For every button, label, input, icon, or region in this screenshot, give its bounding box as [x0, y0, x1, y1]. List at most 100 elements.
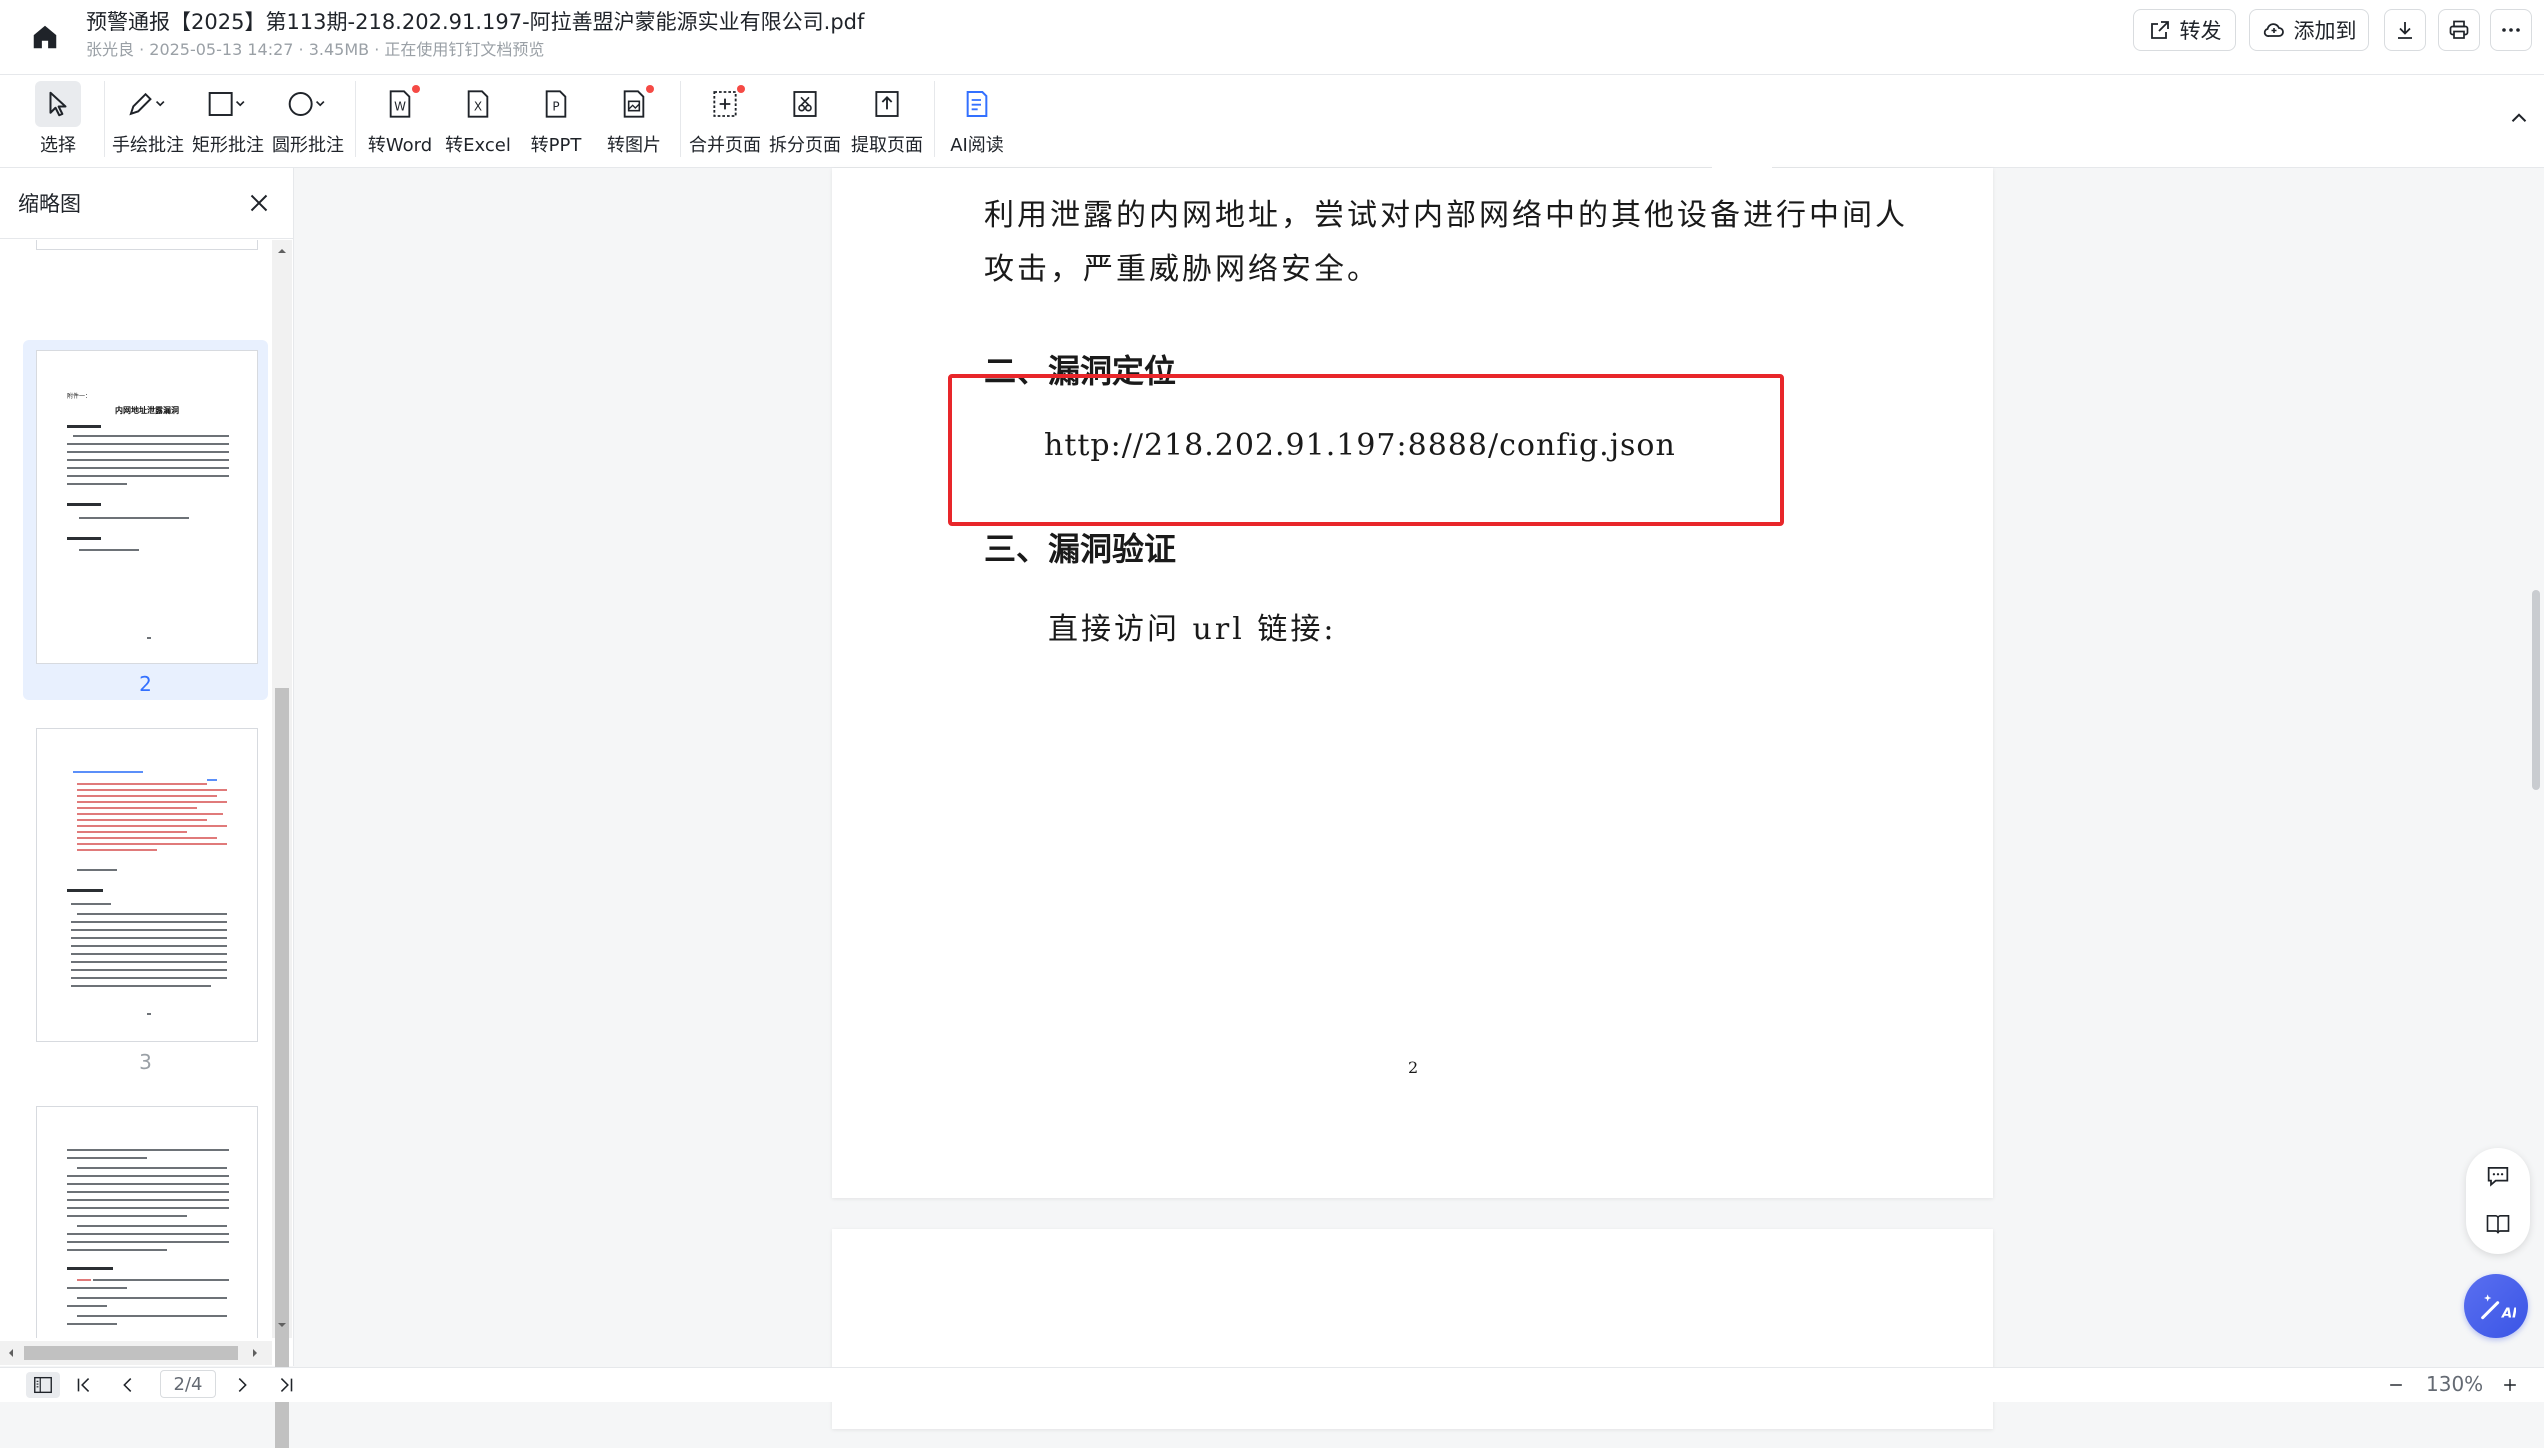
thumbnail-list: 附件一： 内网地址泄露漏洞 2 3 [0, 240, 272, 1338]
split-icon [793, 91, 817, 117]
scroll-left-icon [9, 1349, 13, 1357]
thumbnail-page-3[interactable] [36, 728, 258, 1042]
toolbar-divider [104, 81, 105, 157]
tool-select[interactable]: 选择 [34, 81, 82, 163]
scroll-right-icon [253, 1349, 257, 1357]
toggle-sidebar-button[interactable] [26, 1372, 60, 1398]
excel-icon: X [467, 90, 489, 118]
forward-button[interactable]: 转发 [2133, 9, 2236, 51]
previous-page-button[interactable] [116, 1373, 140, 1397]
status-bar [0, 1367, 2544, 1402]
close-icon [250, 194, 268, 212]
tool-extract-pages[interactable]: 提取页面 [848, 81, 926, 163]
sidebar-icon [34, 1376, 52, 1394]
tool-circle-annotate[interactable]: 圆形批注 [270, 81, 346, 163]
tool-split-pages[interactable]: 拆分页面 [766, 81, 844, 163]
book-icon [2486, 1215, 2510, 1234]
comment-icon [2487, 1166, 2509, 1187]
cursor-icon [49, 91, 67, 117]
highlight-annotation[interactable] [948, 374, 1784, 526]
rectangle-icon [208, 92, 245, 116]
document-meta: 张光良 · 2025-05-13 14:27 · 3.45MB · 正在使用钉钉… [86, 40, 545, 59]
last-page-button[interactable] [274, 1373, 298, 1397]
tool-label: AI阅读 [950, 135, 1004, 156]
tool-label: 转Word [367, 135, 433, 156]
add-to-button[interactable]: 添加到 [2249, 9, 2369, 51]
zoom-out-button[interactable] [2384, 1373, 2408, 1397]
tool-freehand-annotate[interactable]: 手绘批注 [110, 81, 186, 163]
tool-to-ppt[interactable]: P 转PPT [518, 81, 594, 163]
document-scrollbar[interactable] [2532, 590, 2540, 790]
forward-label: 转发 [2179, 19, 2222, 43]
comment-button[interactable] [2484, 1162, 2512, 1190]
toolbar: 选择 手绘批注 矩形批注 圆形批注 W 转Word X 转Excel P 转PP… [0, 75, 2544, 168]
thumbnail-page-4[interactable] [36, 1106, 258, 1338]
collapse-toolbar-button[interactable] [2506, 105, 2532, 131]
tool-merge-pages[interactable]: 合并页面 [686, 81, 764, 163]
tool-to-image[interactable]: 转图片 [596, 81, 672, 163]
body-text-line: 利用泄露的内网地址，尝试对内部网络中的其他设备进行中间人 [984, 198, 1908, 233]
home-icon [33, 25, 57, 49]
ai-assistant-button[interactable]: AI [2464, 1274, 2528, 1338]
page-indicator[interactable]: 2/4 [160, 1370, 216, 1398]
last-page-icon [280, 1378, 293, 1392]
plus-icon [2504, 1379, 2516, 1391]
page-number: 2 [1408, 1058, 1419, 1077]
tool-label: 拆分页面 [769, 135, 841, 156]
sidebar-vertical-scrollbar[interactable] [272, 240, 292, 1448]
add-to-label: 添加到 [2293, 19, 2357, 43]
next-page-button[interactable] [230, 1373, 254, 1397]
reading-mode-button[interactable] [2484, 1210, 2512, 1238]
scrollbar-thumb[interactable] [24, 1346, 238, 1360]
section-heading: 三、漏洞验证 [984, 530, 1177, 568]
thumbnail-page-1[interactable] [36, 240, 258, 250]
zoom-level[interactable]: 130% [2426, 1372, 2483, 1396]
image-icon [623, 90, 645, 118]
tool-label: 转PPT [530, 135, 582, 156]
toolbar-divider [934, 81, 935, 157]
tool-label: 选择 [40, 135, 76, 156]
new-badge [412, 85, 420, 93]
svg-text:P: P [552, 100, 559, 114]
body-text-line: 直接访问 url 链接: [1048, 612, 1337, 647]
close-sidebar-button[interactable] [244, 188, 274, 218]
new-badge [646, 85, 654, 93]
ai-read-icon [966, 91, 988, 117]
scroll-down-icon [278, 1323, 286, 1327]
ai-magic-icon: AI [2481, 1294, 2516, 1322]
circle-icon [288, 92, 325, 116]
minus-icon [2390, 1384, 2402, 1386]
home-button[interactable] [18, 10, 72, 64]
pen-icon [129, 92, 165, 116]
first-page-button[interactable] [72, 1373, 96, 1397]
thumbnail-page-2[interactable]: 附件一： 内网地址泄露漏洞 [36, 350, 258, 664]
chevron-left-icon [123, 1378, 132, 1392]
body-text-line: 攻击，严重威胁网络安全。 [984, 252, 1380, 287]
word-icon: W [389, 90, 411, 118]
more-button[interactable] [2490, 9, 2532, 51]
download-button[interactable] [2384, 9, 2426, 51]
svg-text:X: X [474, 100, 482, 114]
pdf-page: 利用泄露的内网地址，尝试对内部网络中的其他设备进行中间人 攻击，严重威胁网络安全… [832, 162, 1993, 1198]
sidebar-horizontal-scrollbar[interactable] [0, 1341, 272, 1365]
floating-tools [2466, 1148, 2530, 1254]
tool-to-excel[interactable]: X 转Excel [440, 81, 516, 163]
printer-icon [2449, 20, 2469, 39]
chevron-up-icon [2511, 113, 2527, 122]
zoom-in-button[interactable] [2498, 1373, 2522, 1397]
svg-text:AI: AI [2501, 1307, 2516, 1322]
first-page-icon [77, 1378, 90, 1392]
new-badge [737, 85, 745, 93]
scrollbar-thumb[interactable] [275, 688, 289, 1448]
thumbnail-number: 3 [139, 1050, 152, 1074]
share-icon [2150, 21, 2169, 39]
scroll-up-icon [278, 249, 286, 253]
tool-label: 合并页面 [689, 135, 761, 156]
tool-rectangle-annotate[interactable]: 矩形批注 [190, 81, 266, 163]
tool-ai-read[interactable]: AI阅读 [944, 81, 1010, 163]
tool-to-word[interactable]: W 转Word [362, 81, 438, 163]
tool-label: 提取页面 [851, 135, 923, 156]
svg-text:W: W [394, 100, 406, 114]
tool-label: 圆形批注 [272, 135, 344, 156]
print-button[interactable] [2438, 9, 2480, 51]
